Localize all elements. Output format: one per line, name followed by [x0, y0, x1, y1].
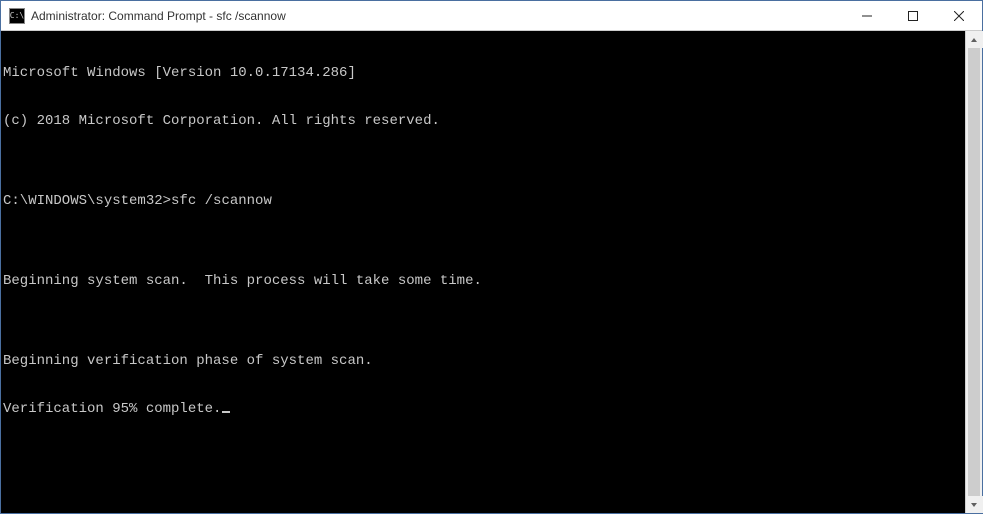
- terminal-output[interactable]: Microsoft Windows [Version 10.0.17134.28…: [1, 31, 965, 513]
- verify-percent-text: Verification 95% complete.: [3, 401, 221, 417]
- maximize-button[interactable]: [890, 1, 936, 30]
- window-title: Administrator: Command Prompt - sfc /sca…: [31, 9, 844, 23]
- cursor: [222, 411, 230, 413]
- titlebar[interactable]: C:\ Administrator: Command Prompt - sfc …: [1, 1, 982, 31]
- window-controls: [844, 1, 982, 30]
- verify-percent-line: Verification 95% complete.: [3, 401, 965, 417]
- prompt-line: C:\WINDOWS\system32>sfc /scannow: [3, 193, 965, 209]
- banner-copyright-line: (c) 2018 Microsoft Corporation. All righ…: [3, 113, 965, 129]
- cmd-icon-glyph: C:\: [10, 12, 24, 20]
- scrollbar-thumb[interactable]: [968, 48, 980, 496]
- minimize-button[interactable]: [844, 1, 890, 30]
- chevron-up-icon: [970, 36, 978, 44]
- banner-version-line: Microsoft Windows [Version 10.0.17134.28…: [3, 65, 965, 81]
- client-area: Microsoft Windows [Version 10.0.17134.28…: [1, 31, 982, 513]
- close-button[interactable]: [936, 1, 982, 30]
- cmd-icon: C:\: [9, 8, 25, 24]
- maximize-icon: [908, 11, 918, 21]
- command-text: sfc /scannow: [171, 193, 272, 209]
- chevron-down-icon: [970, 501, 978, 509]
- close-icon: [954, 11, 964, 21]
- begin-scan-line: Beginning system scan. This process will…: [3, 273, 965, 289]
- vertical-scrollbar[interactable]: [965, 31, 982, 513]
- command-prompt-window: C:\ Administrator: Command Prompt - sfc …: [0, 0, 983, 514]
- verify-phase-line: Beginning verification phase of system s…: [3, 353, 965, 369]
- scroll-down-button[interactable]: [966, 496, 983, 513]
- minimize-icon: [862, 11, 872, 21]
- prompt-text: C:\WINDOWS\system32>: [3, 193, 171, 209]
- scroll-up-button[interactable]: [966, 31, 983, 48]
- scrollbar-track[interactable]: [966, 48, 982, 496]
